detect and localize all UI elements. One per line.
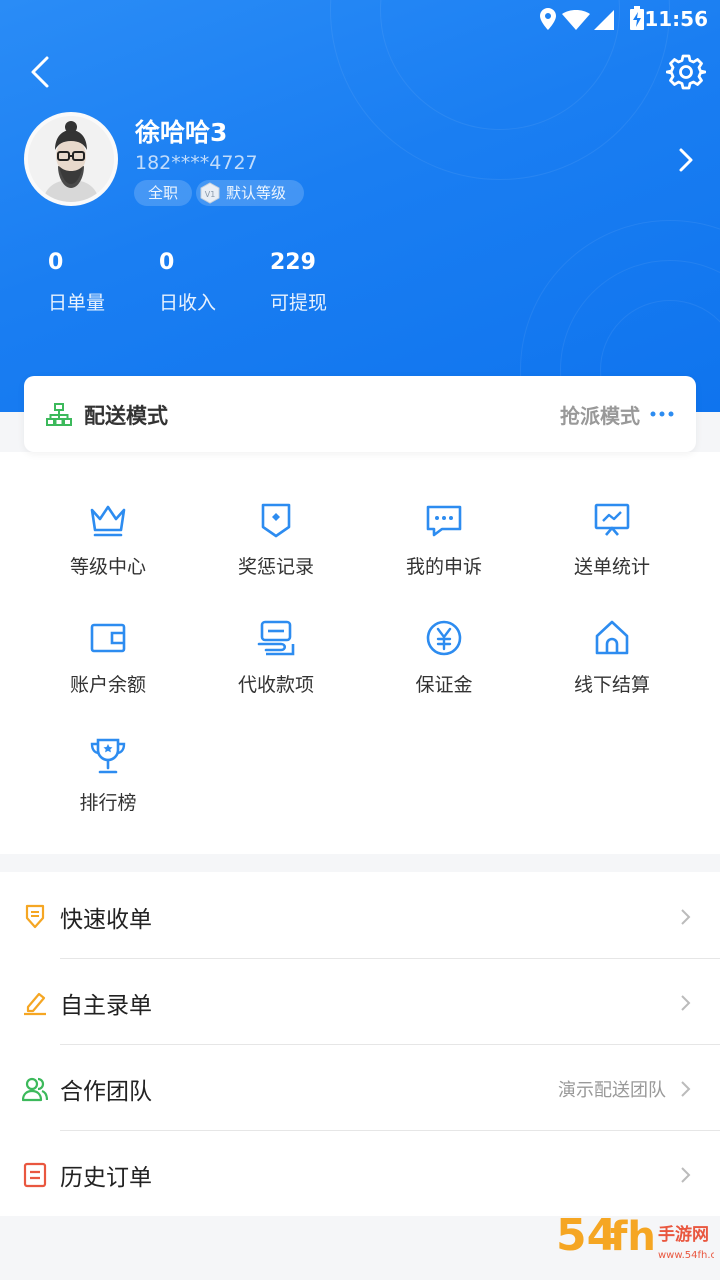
crown-icon — [90, 505, 126, 537]
chevron-right-icon — [681, 909, 691, 925]
location-icon — [540, 8, 556, 30]
yen-coin-icon — [426, 620, 462, 656]
list-label: 自主录单 — [60, 993, 152, 1019]
card-hand-icon — [257, 620, 295, 656]
grid-label: 账户余额 — [69, 674, 146, 696]
list-item-self-entry[interactable]: 自主录单 — [0, 958, 720, 1044]
stat-label: 可提现 — [270, 292, 328, 314]
shield-badge-icon — [261, 503, 291, 538]
team-icon — [22, 1077, 48, 1102]
user-name: 徐哈哈3 — [135, 118, 228, 147]
org-chart-icon — [46, 403, 72, 426]
signal-icon — [594, 10, 614, 30]
back-icon[interactable] — [22, 52, 62, 92]
chevron-right-icon — [681, 1081, 691, 1097]
list-item-quick-receive[interactable]: 快速收单 — [0, 872, 720, 958]
level-badge: V1 默认等级 — [196, 180, 304, 206]
list-label: 历史订单 — [60, 1165, 152, 1191]
grid-label: 排行榜 — [79, 792, 137, 814]
grid-item-my-appeal[interactable]: 我的申诉 — [360, 500, 528, 600]
stat-value: 229 — [270, 250, 316, 275]
delivery-mode-card[interactable]: 配送模式 抢派模式 — [24, 376, 696, 452]
grid-label: 等级中心 — [69, 556, 146, 578]
svg-text:手游网: 手游网 — [658, 1224, 709, 1245]
chat-bubble-icon — [426, 505, 462, 537]
house-icon — [595, 620, 629, 655]
job-type-badge: 全职 — [134, 180, 192, 206]
stat-value: 0 — [159, 250, 175, 275]
stat-daily-income[interactable]: 0 日收入 — [159, 250, 216, 315]
grid-item-collection[interactable]: 代收款项 — [192, 618, 360, 718]
delivery-mode-title: 配送模式 — [84, 404, 168, 428]
delivery-mode-value: 抢派模式 — [560, 404, 640, 428]
chart-monitor-icon — [594, 503, 630, 536]
grid-item-level-center[interactable]: 等级中心 — [24, 500, 192, 600]
stat-label: 日单量 — [48, 292, 106, 314]
gear-icon[interactable] — [666, 52, 706, 92]
more-dots-icon[interactable] — [650, 406, 674, 422]
grid-item-rewards-record[interactable]: 奖惩记录 — [192, 500, 360, 600]
status-time: 11:56 — [644, 7, 708, 31]
level-label: 默认等级 — [226, 184, 287, 202]
grid-label: 我的申诉 — [405, 556, 482, 578]
trophy-icon — [90, 738, 126, 774]
grid-label: 线下结算 — [573, 674, 650, 696]
avatar-illustration — [28, 116, 114, 202]
svg-text:fh: fh — [610, 1214, 656, 1260]
grid-item-account-balance[interactable]: 账户余额 — [24, 618, 192, 718]
grid-item-offline-settlement[interactable]: 线下结算 — [528, 618, 696, 718]
level-badge-code: V1 — [205, 190, 216, 199]
quick-receive-icon — [25, 904, 45, 929]
stat-label: 日收入 — [159, 292, 217, 314]
menu-list: 快速收单 自主录单 合作团队 演示配送团队 历史订单 — [0, 872, 720, 1216]
list-label: 合作团队 — [60, 1079, 152, 1105]
user-phone: 182****4727 — [135, 152, 258, 174]
stat-value: 0 — [48, 250, 64, 275]
chevron-right-icon[interactable] — [674, 146, 698, 174]
list-item-team[interactable]: 合作团队 演示配送团队 — [0, 1044, 720, 1130]
grid-label: 代收款项 — [237, 674, 314, 696]
order-list-icon — [23, 1162, 47, 1188]
list-label: 快速收单 — [60, 907, 152, 933]
grid-item-leaderboard[interactable]: 排行榜 — [24, 736, 192, 836]
stat-withdrawable[interactable]: 229 可提现 — [270, 250, 327, 315]
site-watermark-logo: 54 fh 手游网 www.54fh.cn — [556, 1210, 714, 1261]
feature-grid: 等级中心 奖惩记录 我的申诉 送单统计 账户余额 代收款项 保证金 线下结算 排… — [0, 452, 720, 854]
svg-text:54: 54 — [556, 1210, 617, 1261]
profile-header: 11:56 徐哈哈3 182****4727 全职 V1 默认等级 0 日单量 … — [0, 0, 720, 412]
stat-daily-orders[interactable]: 0 日单量 — [48, 250, 105, 315]
chevron-right-icon — [681, 995, 691, 1011]
avatar[interactable] — [24, 112, 118, 206]
list-value: 演示配送团队 — [558, 1080, 666, 1101]
pencil-icon — [24, 992, 46, 1016]
chevron-right-icon — [681, 1167, 691, 1183]
battery-icon — [630, 6, 644, 30]
level-shield-icon: V1 — [200, 182, 220, 204]
grid-label: 送单统计 — [573, 556, 650, 578]
grid-label: 保证金 — [415, 674, 473, 696]
grid-label: 奖惩记录 — [237, 556, 314, 578]
grid-item-deposit[interactable]: 保证金 — [360, 618, 528, 718]
grid-item-delivery-stats[interactable]: 送单统计 — [528, 500, 696, 600]
wifi-icon — [562, 10, 590, 30]
svg-text:www.54fh.cn: www.54fh.cn — [658, 1250, 714, 1261]
wallet-icon — [90, 623, 126, 653]
status-bar: 11:56 — [0, 0, 720, 40]
